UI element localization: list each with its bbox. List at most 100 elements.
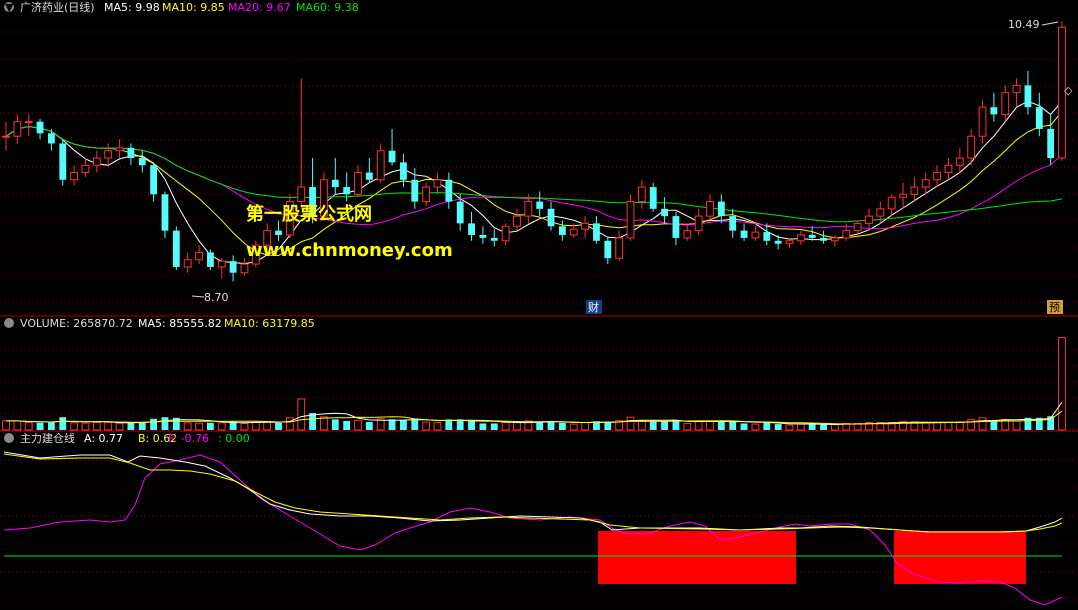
candle-body xyxy=(183,259,192,268)
volume-bar xyxy=(206,422,214,430)
volume-bar xyxy=(365,421,373,430)
candle-body xyxy=(2,135,10,138)
volume-bars xyxy=(2,336,1066,431)
volume-bar xyxy=(70,422,79,431)
candle-body xyxy=(48,133,55,144)
candle-body xyxy=(672,216,680,238)
candle-body xyxy=(229,261,237,273)
volume-bar xyxy=(343,420,351,430)
volume-bar xyxy=(990,420,998,430)
volume-bar xyxy=(36,422,44,430)
candle-body xyxy=(933,172,942,181)
volume-bar xyxy=(490,423,498,430)
volume-bar xyxy=(637,420,646,431)
volume-bar xyxy=(626,416,635,431)
volume-bar xyxy=(217,422,226,431)
candle-body xyxy=(1012,84,1021,94)
candle-body xyxy=(59,143,67,180)
candle-body xyxy=(637,186,646,203)
candle-body xyxy=(206,252,214,267)
volume-bar xyxy=(183,422,192,431)
volume-bar xyxy=(354,419,362,431)
candle-body xyxy=(569,228,578,236)
candle-body xyxy=(536,201,544,209)
volume-bar xyxy=(161,417,169,430)
volume-bar xyxy=(921,422,930,431)
candle-body xyxy=(172,230,180,267)
candle-body xyxy=(24,121,33,124)
price-header: ▼ xyxy=(4,1,14,14)
volume-bar xyxy=(115,422,124,431)
candle-body xyxy=(513,215,521,227)
candle-body xyxy=(1024,85,1032,108)
candle-body xyxy=(683,230,692,239)
volume-bar xyxy=(581,422,590,431)
volume-bar xyxy=(48,422,55,430)
candle-body xyxy=(899,193,907,198)
candle-body xyxy=(774,240,782,244)
candle-body xyxy=(547,208,555,227)
volume-bar xyxy=(501,422,510,431)
candle-body xyxy=(785,240,794,245)
candle-body xyxy=(81,164,90,174)
indicator-a-legend: A: 0.77 xyxy=(84,432,123,445)
volume-bar xyxy=(59,417,67,430)
indicator-f-legend: F: -0.76 xyxy=(168,432,209,445)
volume-bar xyxy=(92,422,101,431)
volume-bar xyxy=(388,419,396,430)
candle-body xyxy=(354,172,362,195)
candle-body xyxy=(445,179,453,202)
volume-bar xyxy=(774,424,782,430)
candle-body xyxy=(967,135,976,159)
low-price-arrow xyxy=(191,295,205,298)
volume-bar xyxy=(127,422,135,430)
candle-body xyxy=(343,187,351,195)
volume-bar xyxy=(729,420,737,430)
stock-chart[interactable]: ▼ 广济药业(日线) MA5: 9.98 MA10: 9.85 MA20: 9.… xyxy=(0,0,1078,610)
candle-body xyxy=(36,121,44,134)
volume-bar xyxy=(275,422,282,430)
candle-body xyxy=(887,196,896,210)
volume-title: VOLUME: 265870.72 xyxy=(20,317,133,330)
volume-collapse-icon[interactable] xyxy=(4,318,14,328)
candle-body xyxy=(820,237,827,241)
candle-body xyxy=(127,147,135,158)
candle-body xyxy=(400,162,407,180)
high-price-label: 10.49 xyxy=(1008,18,1040,31)
volume-bar xyxy=(13,420,22,431)
candle-body xyxy=(240,263,249,274)
candle-body xyxy=(694,215,703,232)
candle-body xyxy=(615,237,624,259)
volume-bar xyxy=(717,420,725,430)
volume-bar xyxy=(830,424,839,431)
candle-body xyxy=(150,165,158,195)
volume-bar xyxy=(683,422,692,431)
candle-body xyxy=(195,251,203,261)
candle-body xyxy=(626,201,635,239)
volume-bar xyxy=(694,421,703,431)
ma60-legend: MA60: 9.38 xyxy=(296,1,359,14)
volume-bar xyxy=(1012,420,1021,431)
volume-bar xyxy=(331,419,339,430)
candle-body xyxy=(411,179,419,202)
stock-title: 广济药业(日线) xyxy=(20,0,95,14)
candle-body xyxy=(468,223,475,235)
ma5-legend: MA5: 9.98 xyxy=(104,1,160,14)
series-b-line xyxy=(3,453,1063,533)
low-price-label: 8.70 xyxy=(204,291,229,304)
volume-bar xyxy=(751,423,760,431)
marker-yu: 预 xyxy=(1049,301,1060,314)
indicator-collapse-icon[interactable] xyxy=(4,433,14,443)
candle-body xyxy=(558,226,566,235)
candle-body xyxy=(456,201,464,224)
volume-bar xyxy=(796,423,805,431)
volume-bar xyxy=(967,418,976,431)
volume-bar xyxy=(808,424,816,430)
ma5-line xyxy=(5,100,1063,265)
watermark-url: www.chnmoney.com xyxy=(246,240,453,261)
candle-body xyxy=(921,179,930,188)
price-moving-averages xyxy=(5,100,1063,265)
marker-cai: 财 xyxy=(588,300,599,314)
watermark-title: 第一股票公式网 xyxy=(246,203,372,225)
candle-body xyxy=(944,164,953,174)
